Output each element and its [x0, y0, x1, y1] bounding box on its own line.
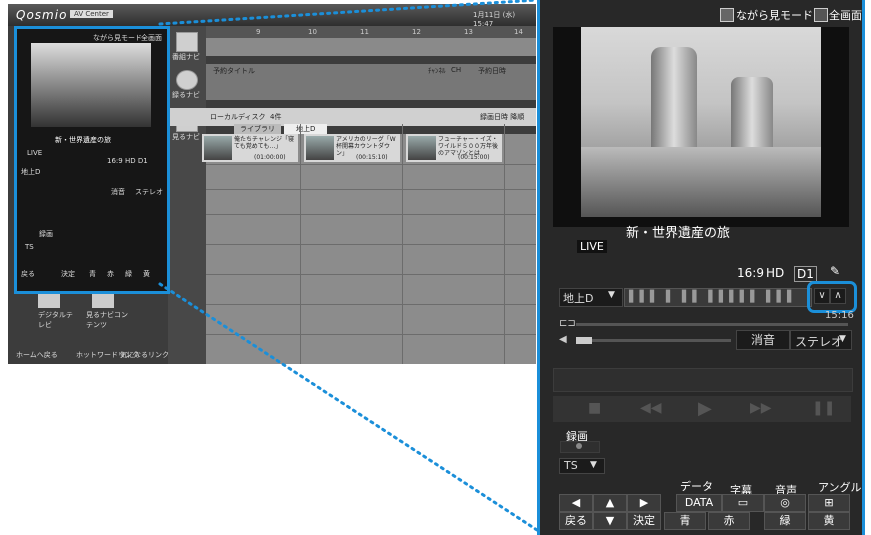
angle-icon: ⊞: [824, 496, 834, 509]
right-arrow-button[interactable]: ▶: [627, 494, 661, 512]
green-button[interactable]: 緑: [764, 512, 806, 530]
fast-forward-icon[interactable]: ▶▶: [750, 400, 772, 416]
fullscreen-label[interactable]: 全画面: [829, 7, 862, 23]
arrow-right-icon: ▶: [639, 496, 649, 509]
volume-knob[interactable]: [576, 337, 592, 344]
fullscreen-icon[interactable]: [814, 8, 828, 22]
volume-slider[interactable]: [576, 339, 731, 342]
angle-button[interactable]: ⊞: [808, 494, 850, 512]
current-time: 15:16: [825, 310, 854, 321]
back-button-label: 戻る: [565, 514, 587, 527]
mute-button[interactable]: 消音: [736, 330, 790, 350]
ruins-shape: [581, 147, 821, 217]
subtitle-icon: ▭: [737, 496, 749, 509]
chevron-down-icon: ∨: [818, 290, 826, 301]
chevron-down-icon: ▼: [590, 460, 597, 470]
volume-icon: ◀: [559, 334, 567, 345]
enter-button[interactable]: 決定: [627, 512, 661, 530]
program-title: 新・世界遺産の旅: [626, 226, 731, 241]
left-arrow-button[interactable]: ◀: [559, 494, 593, 512]
yellow-button-label: 黄: [823, 514, 835, 527]
pause-icon[interactable]: ❚❚: [812, 400, 835, 416]
stereo-select[interactable]: ステレオ ▼: [790, 330, 852, 350]
blue-button-label: 青: [679, 514, 691, 527]
arrow-up-icon: ▲: [605, 496, 615, 509]
arrow-left-icon: ◀: [571, 496, 581, 509]
data-button-label: DATA: [684, 496, 714, 509]
red-button[interactable]: 赤: [708, 512, 750, 530]
channel-up-button[interactable]: ∧: [830, 288, 846, 304]
enter-button-label: 決定: [633, 514, 655, 527]
multitask-mode-label[interactable]: ながら見モード: [736, 7, 813, 23]
channel-down-button[interactable]: ∨: [814, 288, 830, 304]
program-image: [581, 27, 821, 217]
chevron-up-icon: ∧: [834, 290, 842, 301]
pencil-icon[interactable]: ✎: [830, 264, 840, 278]
audio-icon: ◎: [780, 496, 790, 509]
seek-bar[interactable]: [576, 323, 848, 326]
angle-label: アングル: [818, 481, 862, 494]
multitask-mode-icon[interactable]: [720, 8, 734, 22]
stereo-select-value: ステレオ: [795, 335, 844, 349]
broadcast-badge: D1: [794, 266, 817, 282]
red-button-label: 赤: [723, 514, 735, 527]
aspect-ratio: 16:9: [737, 266, 764, 280]
quality-badge: HD: [766, 266, 785, 280]
channel-info-text: ▌▌▌ ▌ ▌▌ ▌▌▌▌▌ ▌▌▌: [629, 290, 798, 303]
down-arrow-button[interactable]: ▼: [593, 512, 627, 530]
live-badge: LIVE: [577, 240, 607, 253]
zoom-line-bottom: [158, 282, 539, 532]
ts-select-value: TS: [564, 459, 578, 472]
chevron-down-icon: ▼: [839, 334, 846, 344]
data-label: データ: [680, 480, 713, 493]
rewind-icon[interactable]: ◀◀: [640, 400, 662, 416]
channel-select-value: 地上D: [563, 292, 594, 305]
zoom-line-top: [158, 0, 539, 26]
transport-row-1: [553, 368, 853, 392]
seek-icon: ⊏⊐: [559, 318, 576, 329]
mute-label: 消音: [750, 333, 775, 347]
control-panel-enlarged: ながら見モード 全画面 新・世界遺産の旅 LIVE 16:9 HD D1 ✎ 地…: [537, 0, 865, 535]
audio-button[interactable]: ◎: [764, 494, 806, 512]
data-button[interactable]: DATA: [676, 494, 722, 512]
yellow-button[interactable]: 黄: [808, 512, 850, 530]
green-button-label: 緑: [779, 514, 791, 527]
up-arrow-button[interactable]: ▲: [593, 494, 627, 512]
channel-select[interactable]: 地上D ▼: [559, 288, 623, 307]
blue-button[interactable]: 青: [664, 512, 706, 530]
subtitle-button[interactable]: ▭: [722, 494, 764, 512]
ts-select[interactable]: TS ▼: [559, 458, 605, 474]
channel-info: ▌▌▌ ▌ ▌▌ ▌▌▌▌▌ ▌▌▌: [624, 288, 812, 307]
record-dot-icon: [576, 443, 582, 449]
arrow-down-icon: ▼: [605, 514, 615, 527]
back-button[interactable]: 戻る: [559, 512, 593, 530]
stop-icon[interactable]: ■: [588, 400, 601, 416]
chevron-down-icon: ▼: [608, 290, 615, 300]
video-preview: [553, 27, 849, 227]
play-icon[interactable]: ▶: [698, 398, 712, 419]
